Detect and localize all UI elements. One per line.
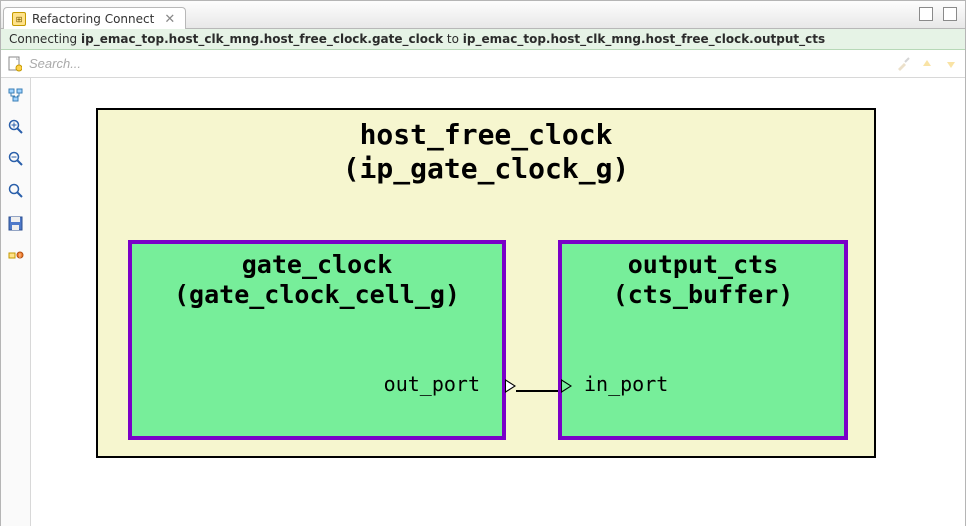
tab-refactoring-connect[interactable]: ⊞ Refactoring Connect ✕	[3, 7, 186, 29]
outer-type: (ip_gate_clock_g)	[343, 152, 630, 185]
left-type: (gate_clock_cell_g)	[174, 280, 460, 309]
port-out-icon[interactable]	[505, 379, 516, 393]
search-toolbar	[1, 50, 965, 78]
close-icon[interactable]: ✕	[164, 13, 175, 26]
outer-name: host_free_clock	[360, 118, 613, 151]
left-name: gate_clock	[242, 250, 393, 279]
maximize-button[interactable]	[943, 7, 957, 21]
block-title: host_free_clock (ip_gate_clock_g)	[98, 118, 874, 185]
arrow-down-icon[interactable]	[943, 56, 959, 72]
zoom-reset-icon[interactable]	[7, 182, 25, 200]
block-output-cts[interactable]: output_cts (cts_buffer) in_port	[558, 240, 848, 440]
port-in-label: in_port	[584, 372, 668, 396]
info-mid: to	[443, 32, 463, 46]
tab-bar: ⊞ Refactoring Connect ✕	[1, 1, 965, 29]
wire-connection[interactable]	[516, 390, 558, 392]
port-in-icon[interactable]	[561, 379, 572, 393]
tree-icon[interactable]	[7, 86, 25, 104]
right-type: (cts_buffer)	[613, 280, 794, 309]
inner-title-left: gate_clock (gate_clock_cell_g)	[132, 250, 502, 310]
inner-title-right: output_cts (cts_buffer)	[562, 250, 844, 310]
zoom-in-icon[interactable]	[7, 118, 25, 136]
arrow-up-icon[interactable]	[919, 56, 935, 72]
window-controls	[919, 7, 957, 21]
search-right-controls	[895, 56, 959, 72]
port-out-label: out_port	[384, 372, 480, 396]
new-page-icon[interactable]	[7, 56, 23, 72]
block-host-free-clock[interactable]: host_free_clock (ip_gate_clock_g) gate_c…	[96, 108, 876, 458]
editor-body: ! host_free_clock (ip_gate_clock_g) gate…	[1, 78, 965, 526]
info-from-path: ip_emac_top.host_clk_mng.host_free_clock…	[81, 32, 443, 46]
zoom-out-icon[interactable]	[7, 150, 25, 168]
info-prefix: Connecting	[9, 32, 81, 46]
breakpoint-icon[interactable]: !	[7, 246, 25, 264]
minimize-button[interactable]	[919, 7, 933, 21]
tab-title: Refactoring Connect	[32, 12, 154, 26]
svg-text:!: !	[18, 253, 20, 260]
block-gate-clock[interactable]: gate_clock (gate_clock_cell_g) out_port	[128, 240, 506, 440]
refactor-icon: ⊞	[12, 12, 26, 26]
info-to-path: ip_emac_top.host_clk_mng.host_free_clock…	[463, 32, 825, 46]
right-name: output_cts	[628, 250, 779, 279]
broom-icon[interactable]	[895, 56, 911, 72]
save-icon[interactable]	[7, 214, 25, 232]
vertical-toolbar: !	[1, 78, 31, 526]
app-window: ⊞ Refactoring Connect ✕ Connecting ip_em…	[0, 0, 966, 526]
status-info-bar: Connecting ip_emac_top.host_clk_mng.host…	[1, 29, 965, 50]
search-input[interactable]	[29, 56, 889, 71]
schematic-canvas[interactable]: host_free_clock (ip_gate_clock_g) gate_c…	[31, 78, 965, 526]
